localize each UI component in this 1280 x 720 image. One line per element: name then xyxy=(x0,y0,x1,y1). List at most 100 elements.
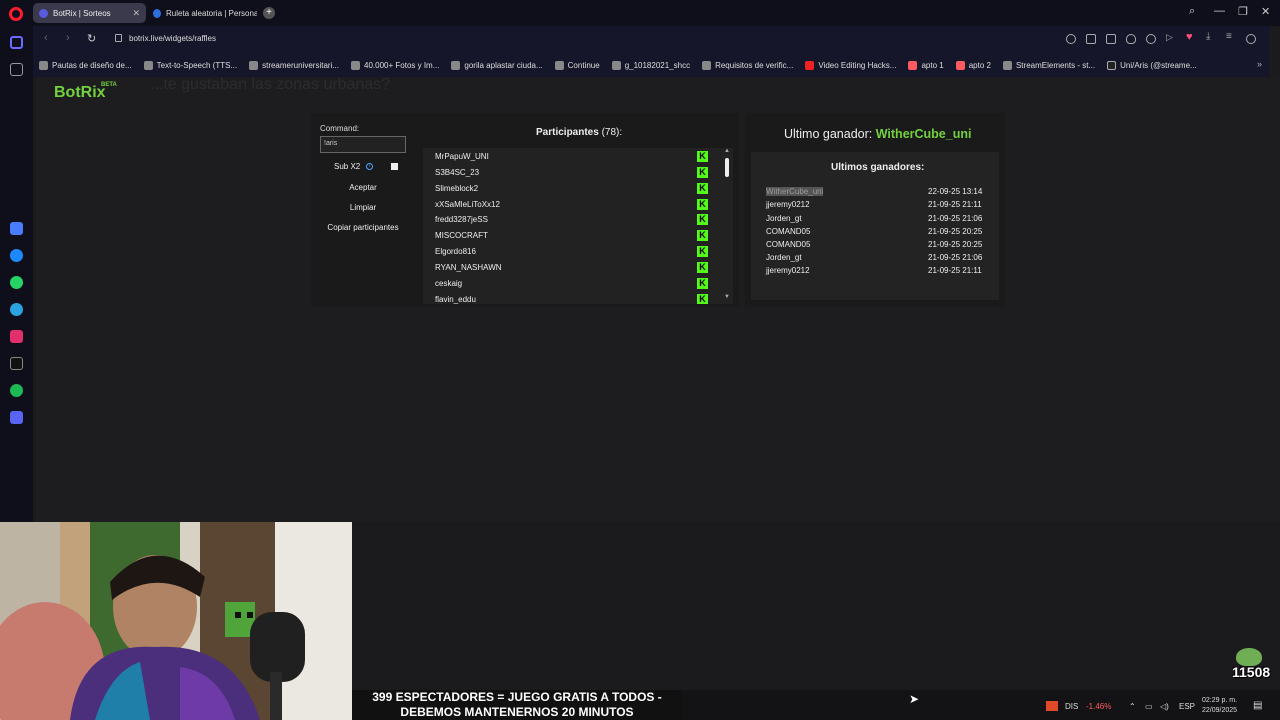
tab-botrix[interactable]: BotRix | Sorteos ✕ xyxy=(33,3,146,23)
bookmark-icon xyxy=(451,60,461,70)
new-tab-button[interactable]: + xyxy=(263,7,275,19)
network-icon[interactable]: ▭ xyxy=(1145,702,1153,711)
search-icon[interactable] xyxy=(1066,34,1076,44)
recent-winners-title: Ultimos ganadores: xyxy=(831,162,925,173)
recent-winners-box xyxy=(751,152,999,300)
kick-icon: K xyxy=(697,199,708,210)
telegram-icon[interactable] xyxy=(10,303,23,316)
kick-icon: K xyxy=(697,262,708,273)
forward-icon[interactable]: › xyxy=(66,32,70,44)
bookmark-item[interactable]: gorila aplastar ciuda... xyxy=(445,60,548,70)
reload-icon[interactable]: ↻ xyxy=(87,32,96,45)
winner-date: 21-09-25 21:06 xyxy=(928,253,983,262)
copy-participants-button[interactable]: Copiar participantes xyxy=(320,219,406,236)
tab-label: BotRix | Sorteos xyxy=(53,8,111,18)
edit-icon[interactable] xyxy=(1086,34,1096,44)
mouse-cursor-icon: ➤ xyxy=(909,692,920,706)
participants-scrollbar[interactable] xyxy=(725,158,729,177)
ticker-symbol[interactable]: DIS xyxy=(1065,702,1078,711)
star-icon[interactable] xyxy=(10,63,23,76)
bookmark-item[interactable]: apto 1 xyxy=(902,60,949,70)
bookmark-item[interactable]: Uni/Aris (@streame... xyxy=(1101,60,1203,70)
camera-icon[interactable] xyxy=(1106,34,1116,44)
sub-x2-checkbox[interactable] xyxy=(391,163,398,170)
bookmark-item[interactable]: apto 2 xyxy=(950,60,997,70)
url-field[interactable]: botrix.live/widgets/raffles xyxy=(129,34,216,43)
x-twitter-icon[interactable] xyxy=(10,357,23,370)
ticker-change: -1.46% xyxy=(1086,702,1112,711)
clock[interactable]: 02:29 p. m. 22/09/2025 xyxy=(1202,696,1237,716)
address-toolbar: ‹ › ↻ botrix.live/widgets/raffles ▷ ♥ ⤓ … xyxy=(33,26,1270,53)
bookmark-item[interactable]: Text-to-Speech (TTS... xyxy=(138,60,243,70)
tray-chevron-icon[interactable]: ⌃ xyxy=(1129,702,1136,711)
language-indicator[interactable]: ESP xyxy=(1179,702,1195,711)
stock-icon xyxy=(1046,701,1058,711)
kick-icon: K xyxy=(697,214,708,225)
scroll-down-icon[interactable]: ▼ xyxy=(724,294,730,300)
download-icon[interactable]: ⤓ xyxy=(1206,31,1210,42)
bookmark-icon xyxy=(554,60,564,70)
kick-icon: K xyxy=(697,230,708,241)
shield-icon[interactable] xyxy=(1126,34,1136,44)
tab-label: Ruleta aleatoria | Personali... xyxy=(165,8,257,18)
bookmark-item[interactable]: 40.000+ Fotos y Im... xyxy=(345,60,445,70)
clear-button[interactable]: Limpiar xyxy=(320,199,406,216)
opera-logo-icon[interactable] xyxy=(9,7,23,21)
volume-icon[interactable]: ◁) xyxy=(1160,702,1169,711)
bookmarks-overflow-icon[interactable]: » xyxy=(1257,59,1262,69)
maximize-icon[interactable]: ❐ xyxy=(1238,5,1248,18)
airbnb-icon xyxy=(955,60,965,70)
bookmark-item[interactable]: Requisitos de verific... xyxy=(696,60,799,70)
kick-icon: K xyxy=(697,278,708,289)
winner-name: Jorden_gt xyxy=(766,214,802,223)
bookmark-item[interactable]: StreamElements - st... xyxy=(997,60,1101,70)
winner-date: 21-09-25 21:06 xyxy=(928,214,983,223)
home-icon[interactable] xyxy=(10,36,23,49)
scroll-up-icon[interactable]: ▲ xyxy=(724,148,730,154)
participant-name: fredd3287jeSS xyxy=(435,215,488,224)
bookmark-item[interactable]: Pautas de diseño de... xyxy=(33,60,138,70)
notifications-icon[interactable]: ▤ xyxy=(1253,700,1262,711)
bookmark-item[interactable]: streameruniversitari... xyxy=(243,60,345,70)
participant-name: xXSaMleLiToXx12 xyxy=(435,200,500,209)
bookmark-icon xyxy=(143,60,153,70)
ghost-text: ...te gustaban las zonas urbanas? xyxy=(150,76,391,93)
back-icon[interactable]: ‹ xyxy=(44,32,48,44)
close-tab-icon[interactable]: ✕ xyxy=(132,8,140,19)
aria-icon[interactable] xyxy=(10,222,23,235)
participants-list[interactable]: MrPapuW_UNI K S3B4SC_23 K Slimeblock2 K … xyxy=(423,148,733,304)
participant-name: S3B4SC_23 xyxy=(435,168,480,177)
messenger-icon[interactable] xyxy=(10,249,23,262)
bookmark-icon xyxy=(249,60,259,70)
botrix-logo[interactable]: BotRix xyxy=(54,84,106,102)
participant-name: Elgordo816 xyxy=(435,247,476,256)
winner-name: jjeremy0212 xyxy=(766,200,810,209)
bookmark-icon xyxy=(1002,60,1012,70)
profile-icon[interactable] xyxy=(1246,34,1256,44)
instagram-icon[interactable] xyxy=(10,330,23,343)
bookmark-item[interactable]: g_10182021_shcc xyxy=(606,60,696,70)
close-window-icon[interactable]: ✕ xyxy=(1261,5,1270,18)
browser-sidebar xyxy=(0,26,33,522)
bookmark-item[interactable]: Video Editing Hacks... xyxy=(799,60,902,70)
info-icon[interactable]: i xyxy=(366,163,373,170)
participants-title: Participantes (78): xyxy=(536,127,623,138)
webcam-feed xyxy=(0,522,352,720)
menu-icon[interactable]: ≡ xyxy=(1226,31,1232,42)
command-input[interactable]: !aris xyxy=(320,136,406,153)
whatsapp-icon[interactable] xyxy=(10,276,23,289)
winner-date: 21-09-25 21:11 xyxy=(928,200,982,209)
command-label: Command: xyxy=(320,124,360,133)
bookmark-item[interactable]: Continue xyxy=(549,60,606,70)
participant-name: Slimeblock2 xyxy=(435,184,479,193)
heart-icon[interactable]: ♥ xyxy=(1186,31,1193,43)
vpn-icon[interactable] xyxy=(1146,34,1156,44)
spotify-icon[interactable] xyxy=(10,384,23,397)
player-icon[interactable] xyxy=(10,411,23,424)
tab-ruleta[interactable]: Ruleta aleatoria | Personali... xyxy=(147,3,257,23)
accept-button[interactable]: Aceptar xyxy=(320,179,406,196)
search-tabs-icon[interactable]: ⌕ xyxy=(1189,5,1195,18)
winner-name: jjeremy0212 xyxy=(766,266,810,275)
play-icon[interactable]: ▷ xyxy=(1166,32,1176,42)
minimize-icon[interactable]: — xyxy=(1214,5,1225,17)
